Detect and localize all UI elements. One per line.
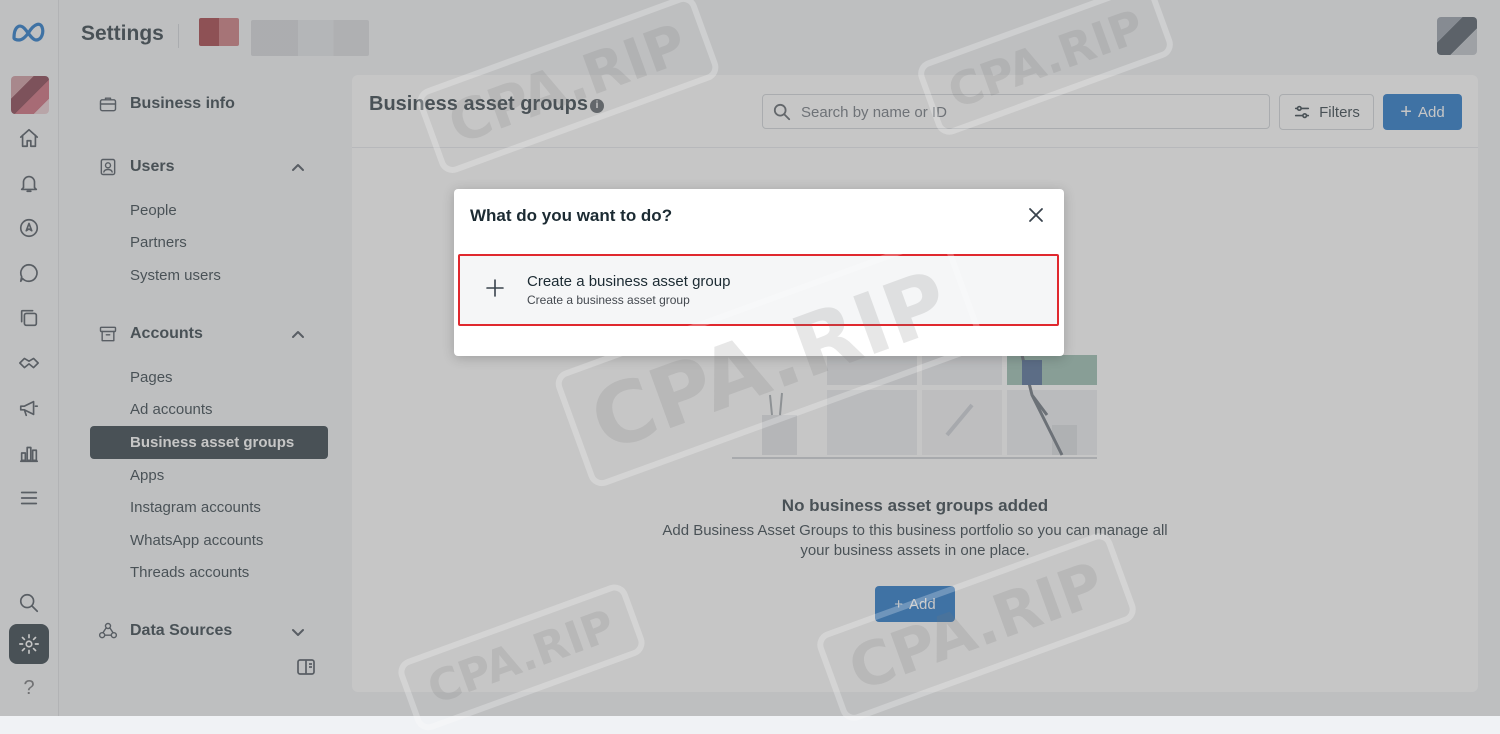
close-icon[interactable] <box>1026 205 1046 225</box>
option-description: Create a business asset group <box>527 293 690 307</box>
option-label: Create a business asset group <box>527 273 731 290</box>
dialog-title: What do you want to do? <box>470 206 673 225</box>
modal-backdrop[interactable] <box>0 0 1500 716</box>
create-business-asset-group-option[interactable]: Create a business asset group Create a b… <box>458 254 1059 326</box>
plus-icon <box>484 277 506 299</box>
action-dialog: What do you want to do? Create a busines… <box>454 189 1064 356</box>
